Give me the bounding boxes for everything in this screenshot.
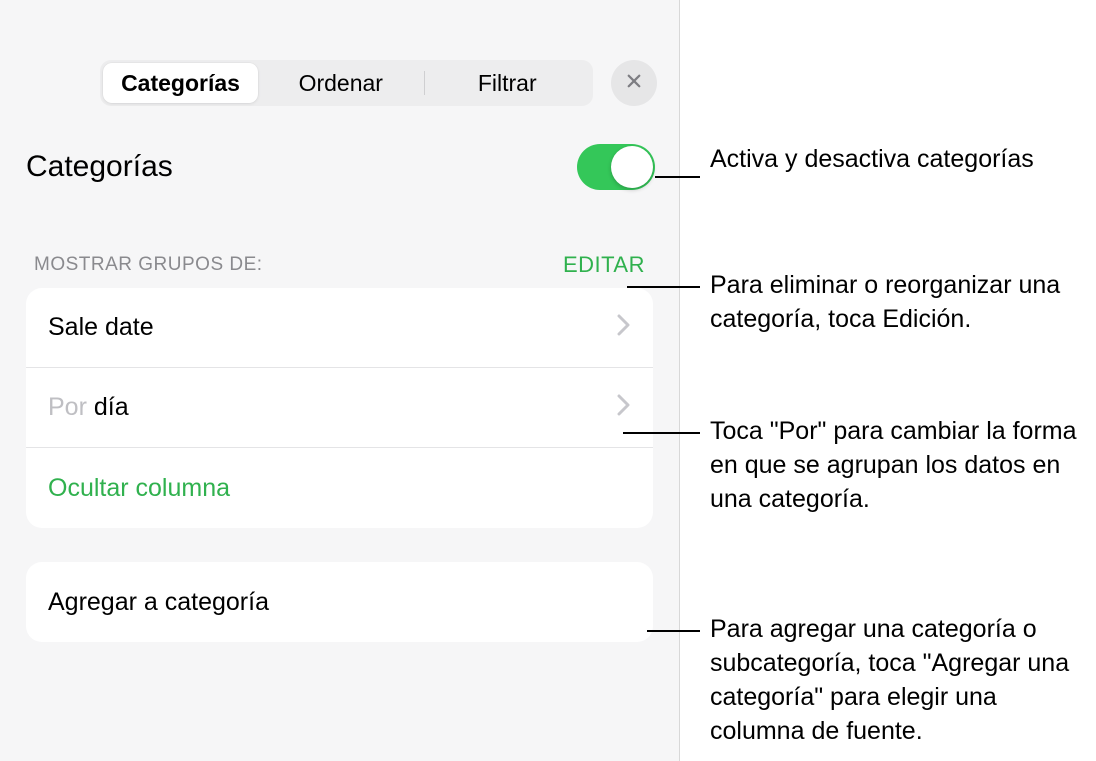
add-category-card: Agregar a categoría [26, 562, 653, 642]
row-sale-date[interactable]: Sale date [26, 288, 653, 368]
callout-line-toggle [655, 176, 700, 178]
categories-panel: Categorías Ordenar Filtrar Categorías MO… [0, 0, 680, 761]
callout-edit: Para eliminar o reorganizar una categorí… [710, 268, 1090, 336]
close-icon [625, 72, 643, 95]
row-add-category-label: Agregar a categoría [48, 588, 631, 617]
categories-toggle[interactable] [577, 144, 655, 190]
segmented-control: Categorías Ordenar Filtrar [100, 60, 593, 106]
panel-title: Categorías [26, 150, 173, 184]
callout-por: Toca "Por" para cambiar la forma en que … [710, 414, 1090, 516]
title-row: Categorías [0, 106, 679, 190]
callout-line-add [647, 630, 700, 632]
row-hide-column-label: Ocultar columna [48, 474, 631, 503]
row-sale-date-label: Sale date [48, 313, 617, 342]
toggle-knob [611, 146, 653, 188]
row-by-value: día [94, 393, 129, 421]
section-label: MOSTRAR GRUPOS DE: [34, 254, 263, 276]
close-button[interactable] [611, 60, 657, 106]
callout-toggle: Activa y desactiva categorías [710, 142, 1070, 176]
row-by-label: Por día [48, 393, 617, 422]
callouts-area: Activa y desactiva categorías Para elimi… [680, 0, 1096, 761]
chevron-right-icon [617, 393, 631, 422]
callout-line-por [623, 432, 700, 434]
tab-sort[interactable]: Ordenar [258, 63, 424, 103]
groups-card: Sale date Por día Ocultar columna [26, 288, 653, 528]
tab-filter[interactable]: Filtrar [425, 63, 591, 103]
panel-top-row: Categorías Ordenar Filtrar [0, 0, 679, 106]
row-by-prefix: Por [48, 393, 94, 421]
tab-categories[interactable]: Categorías [103, 63, 258, 103]
edit-button[interactable]: EDITAR [563, 252, 645, 278]
row-by-day[interactable]: Por día [26, 368, 653, 448]
callout-add: Para agregar una categoría o subcategorí… [710, 612, 1090, 748]
row-add-category[interactable]: Agregar a categoría [26, 562, 653, 642]
row-hide-column[interactable]: Ocultar columna [26, 448, 653, 528]
chevron-right-icon [617, 313, 631, 342]
callout-line-edit [627, 286, 700, 288]
section-header: MOSTRAR GRUPOS DE: EDITAR [0, 190, 679, 288]
